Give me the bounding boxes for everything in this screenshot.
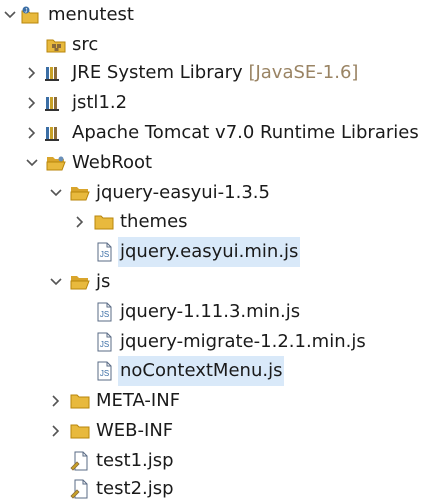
tree-item-label: jquery-1.11.3.min.js (120, 301, 301, 322)
tree-item-test1-jsp[interactable]: test1.jsp (0, 446, 436, 476)
js-file-icon: JS (94, 302, 114, 322)
tree-item-test2-jsp[interactable]: test2.jsp (0, 474, 436, 504)
tree-item-label: menutest (48, 4, 134, 25)
tree-item-themes[interactable]: themes (0, 207, 436, 237)
tree-item-label: META-INF (96, 390, 181, 411)
tree-item-web-inf[interactable]: WEB-INF (0, 416, 436, 446)
tree-item-jstl[interactable]: jstl1.2 (0, 88, 436, 118)
library-icon (44, 93, 64, 113)
tree-item-jquery-migrate-js[interactable]: JS jquery-migrate-1.2.1.min.js (0, 327, 436, 357)
tree-item-nocontextmenu-js[interactable]: JS noContextMenu.js (0, 356, 436, 386)
tree-item-tomcat[interactable]: Apache Tomcat v7.0 Runtime Libraries (0, 118, 436, 148)
svg-text:JS: JS (100, 310, 109, 319)
chevron-right-icon[interactable] (24, 118, 40, 148)
project-explorer-tree: J menutest src JRE System Library [JavaS… (0, 0, 436, 501)
library-name: JRE System Library (72, 62, 243, 83)
tree-item-menutest[interactable]: J menutest (0, 0, 436, 30)
tree-item-label: jstl1.2 (72, 92, 128, 113)
tree-item-label: jquery-easyui-1.3.5 (96, 182, 270, 203)
java-project-icon: J (20, 5, 40, 25)
tree-item-js[interactable]: js (0, 267, 436, 297)
chevron-right-icon[interactable] (24, 58, 40, 88)
tree-item-easyui[interactable]: jquery-easyui-1.3.5 (0, 178, 436, 208)
tree-item-label: src (72, 34, 99, 55)
tree-item-easyui-min-js[interactable]: JS jquery.easyui.min.js (0, 237, 436, 267)
tree-item-label: noContextMenu.js (118, 356, 285, 386)
folder-icon (94, 212, 114, 232)
jre-version-decoration: [JavaSE-1.6] (248, 62, 359, 83)
package-folder-icon (46, 35, 66, 55)
chevron-down-icon[interactable] (24, 148, 40, 178)
svg-text:J: J (25, 9, 28, 15)
tree-item-label: JRE System Library [JavaSE-1.6] (70, 58, 360, 88)
library-icon (44, 123, 64, 143)
chevron-down-icon[interactable] (48, 178, 64, 208)
folder-open-icon (70, 272, 90, 292)
folder-icon (70, 421, 90, 441)
chevron-right-icon[interactable] (48, 386, 64, 416)
tree-item-meta-inf[interactable]: META-INF (0, 386, 436, 416)
svg-text:JS: JS (100, 340, 109, 349)
tree-item-label: Apache Tomcat v7.0 Runtime Libraries (72, 122, 419, 143)
chevron-down-icon[interactable] (2, 0, 18, 30)
chevron-right-icon[interactable] (24, 88, 40, 118)
tree-item-label: test1.jsp (96, 450, 174, 471)
js-file-icon: JS (94, 242, 114, 262)
js-file-icon: JS (94, 332, 114, 352)
tree-item-label: test2.jsp (96, 478, 174, 499)
svg-text:JS: JS (100, 369, 109, 378)
jsp-file-icon (70, 479, 90, 499)
tree-item-label: WEB-INF (96, 420, 174, 441)
tree-item-label: jquery-migrate-1.2.1.min.js (120, 331, 366, 352)
tree-item-label: WebRoot (72, 152, 153, 173)
tree-item-label: themes (120, 211, 188, 232)
folder-icon (70, 391, 90, 411)
svg-text:JS: JS (100, 250, 109, 259)
folder-open-icon (70, 183, 90, 203)
tree-item-label: js (96, 271, 111, 292)
js-file-icon: JS (94, 361, 114, 381)
tree-item-jquery-js[interactable]: JS jquery-1.11.3.min.js (0, 297, 436, 327)
tree-item-label: jquery.easyui.min.js (118, 237, 301, 267)
chevron-right-icon[interactable] (72, 207, 88, 237)
tree-item-jre[interactable]: JRE System Library [JavaSE-1.6] (0, 58, 436, 88)
tree-item-src[interactable]: src (0, 30, 436, 60)
chevron-right-icon[interactable] (48, 416, 64, 446)
folder-open-icon (46, 153, 66, 173)
jsp-file-icon (70, 451, 90, 471)
library-icon (44, 63, 64, 83)
tree-item-webroot[interactable]: WebRoot (0, 148, 436, 178)
chevron-down-icon[interactable] (48, 267, 64, 297)
